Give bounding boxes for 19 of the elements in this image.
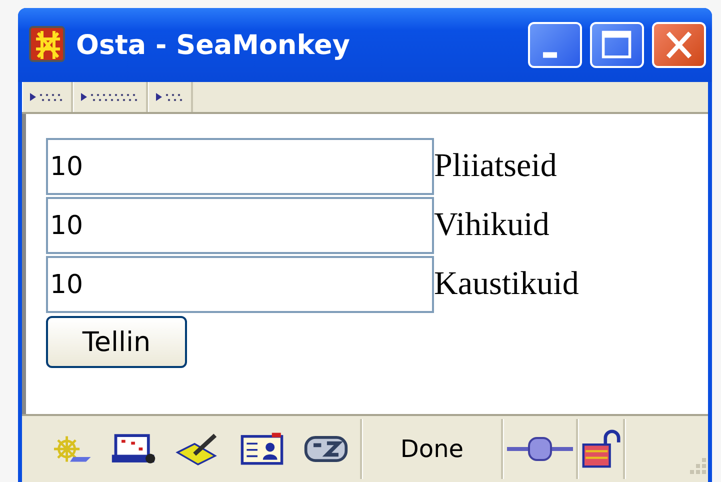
app-icon bbox=[28, 25, 68, 65]
quantity-field[interactable]: 10 bbox=[46, 256, 434, 313]
field-label: Pliiatseid bbox=[434, 148, 557, 185]
collapsed-toolbar-icon[interactable] bbox=[155, 91, 185, 103]
status-text: Done bbox=[399, 435, 465, 463]
collapsed-toolbar-icon[interactable] bbox=[29, 91, 65, 103]
close-button[interactable] bbox=[652, 22, 706, 68]
plug-icon bbox=[504, 434, 576, 464]
maximize-button[interactable] bbox=[590, 22, 644, 68]
quantity-field[interactable]: 10 bbox=[46, 138, 434, 195]
quantity-field[interactable]: 10 bbox=[46, 197, 434, 254]
minimize-icon bbox=[543, 52, 557, 58]
field-label: Kaustikuid bbox=[434, 266, 579, 303]
collapsed-toolbar-icon[interactable] bbox=[80, 91, 140, 103]
submit-button[interactable]: Tellin bbox=[46, 316, 187, 368]
minimize-button[interactable] bbox=[528, 22, 582, 68]
window-title: Osta - SeaMonkey bbox=[76, 30, 351, 60]
address-book-icon[interactable] bbox=[238, 431, 286, 467]
field-label: Vihikuid bbox=[434, 207, 550, 244]
